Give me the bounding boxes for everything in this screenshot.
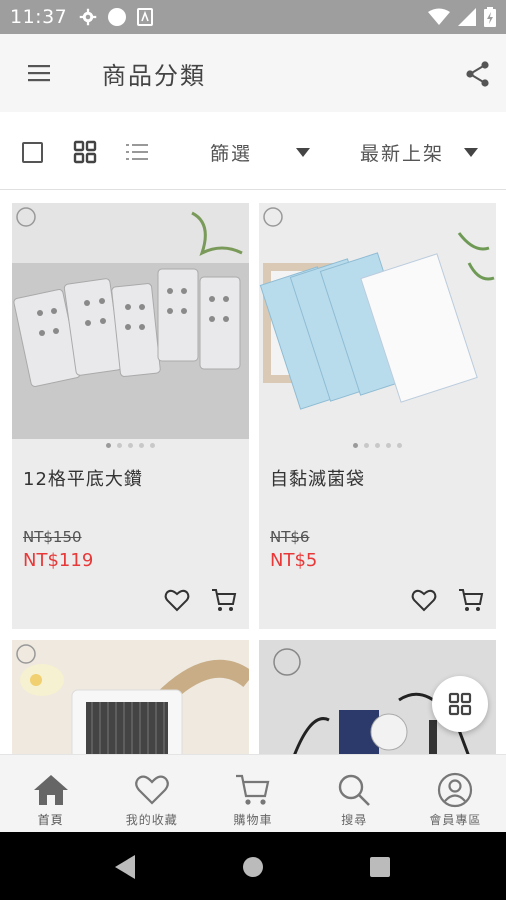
product-sale-price: NT$119 xyxy=(23,550,94,571)
nav-favorites[interactable]: 我的收藏 xyxy=(101,755,202,832)
status-bar: 11:37 xyxy=(0,0,506,34)
favorite-heart-icon[interactable] xyxy=(411,587,437,613)
battery-icon xyxy=(484,7,496,27)
filter-toolbar: 篩選 最新上架 xyxy=(0,112,506,190)
nav-search[interactable]: 搜尋 xyxy=(304,755,405,832)
back-icon[interactable] xyxy=(113,854,137,880)
search-icon xyxy=(339,774,371,806)
user-icon xyxy=(438,772,473,808)
filter-caret-icon[interactable] xyxy=(296,148,310,157)
product-original-price: NT$150 xyxy=(23,528,82,546)
nav-label: 首頁 xyxy=(37,813,64,827)
image-carousel-dots xyxy=(12,443,249,453)
product-name[interactable]: 自黏滅菌袋 xyxy=(270,465,365,491)
share-icon[interactable] xyxy=(462,58,494,90)
page-title: 商品分類 xyxy=(102,62,206,90)
favorite-heart-icon[interactable] xyxy=(164,587,190,613)
product-name[interactable]: 12格平底大鑽 xyxy=(23,465,143,491)
grid-menu-icon xyxy=(448,692,472,716)
nav-member[interactable]: 會員專區 xyxy=(405,755,506,832)
nav-label: 購物車 xyxy=(233,813,273,827)
select-all-checkbox[interactable] xyxy=(22,142,43,163)
image-carousel-dots xyxy=(259,443,496,453)
cart-icon xyxy=(236,774,270,805)
product-sale-price: NT$5 xyxy=(270,550,318,571)
nail-rhinestone-case-image[interactable] xyxy=(12,203,249,439)
product-card[interactable] xyxy=(12,640,249,754)
nav-cart[interactable]: 購物車 xyxy=(202,755,303,832)
app-bar: 商品分類 xyxy=(0,34,506,112)
signal-icon xyxy=(458,8,476,26)
recents-icon[interactable] xyxy=(369,856,391,878)
category-grid-fab[interactable] xyxy=(432,676,488,732)
sort-dropdown-label[interactable]: 最新上架 xyxy=(360,139,444,166)
nav-home[interactable]: 首頁 xyxy=(0,755,101,832)
wifi-icon xyxy=(428,8,450,25)
system-navigation-bar xyxy=(0,832,506,900)
add-to-cart-icon[interactable] xyxy=(211,587,237,613)
nav-label: 會員專區 xyxy=(429,813,482,827)
nav-label: 搜尋 xyxy=(341,813,368,827)
nav-label: 我的收藏 xyxy=(125,813,178,827)
sterilization-pouch-image[interactable] xyxy=(259,203,496,439)
product-card[interactable]: 自黏滅菌袋 NT$6 NT$5 xyxy=(259,203,496,629)
product-grid: 12格平底大鑽 NT$150 NT$119 自黏滅菌袋 NT$6 NT$5 xyxy=(0,191,506,754)
nail-dust-collector-image[interactable] xyxy=(12,640,249,754)
menu-icon[interactable] xyxy=(22,59,58,89)
settings-icon xyxy=(80,8,97,26)
grid-view-icon[interactable] xyxy=(73,140,97,164)
list-view-icon[interactable] xyxy=(124,140,150,164)
status-time: 11:37 xyxy=(10,6,68,28)
filter-dropdown-label[interactable]: 篩選 xyxy=(210,139,252,166)
product-card[interactable]: 12格平底大鑽 NT$150 NT$119 xyxy=(12,203,249,629)
home-button-icon[interactable] xyxy=(242,856,264,878)
circle-status-icon xyxy=(108,8,127,26)
home-icon xyxy=(33,775,68,805)
product-original-price: NT$6 xyxy=(270,528,310,546)
sort-caret-icon[interactable] xyxy=(464,148,478,157)
sim-card-icon xyxy=(137,8,154,26)
heart-icon xyxy=(134,775,169,805)
bottom-navigation: 首頁 我的收藏 購物車 搜尋 會員專區 xyxy=(0,754,506,832)
add-to-cart-icon[interactable] xyxy=(458,587,484,613)
